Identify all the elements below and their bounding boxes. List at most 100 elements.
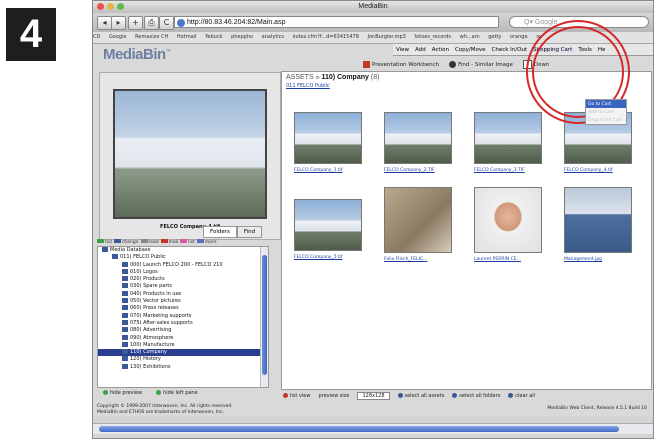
close-window-icon[interactable] — [97, 3, 104, 10]
folder-icon — [122, 283, 128, 289]
page-scroll-thumb[interactable] — [99, 426, 619, 432]
back-button[interactable]: ◂ — [97, 16, 112, 30]
bookmark-item[interactable]: analytics — [262, 34, 284, 40]
tab-find[interactable]: Find — [236, 226, 263, 238]
zoom-window-icon[interactable] — [117, 3, 124, 10]
tree-item[interactable]: 050) Vector pictures — [98, 298, 268, 305]
bookmark-item[interactable]: JonBurgler.mp3 — [368, 34, 406, 40]
bookmark-item[interactable]: fotoes_records — [414, 34, 451, 40]
legend-item: full — [97, 239, 112, 245]
menu-copy-move[interactable]: Copy/Move — [452, 47, 489, 53]
tree-item[interactable]: 110) Company — [98, 349, 268, 357]
bookmark-item[interactable]: Hotmail — [177, 34, 197, 40]
menu-view[interactable]: View — [393, 47, 412, 53]
asset-thumbnail[interactable]: FELCO Company_5.tif — [294, 199, 362, 265]
presentation-workbench-button[interactable]: Presentation Workbench — [363, 60, 439, 68]
asset-image[interactable] — [564, 187, 632, 253]
green-dot-icon — [103, 390, 108, 395]
logo-text: MediaBin — [103, 46, 166, 63]
tree-item[interactable]: 130) Exhibitions — [98, 363, 268, 371]
hide-left-pane-link[interactable]: hide left pane — [156, 390, 198, 396]
preview-size-select[interactable]: 128x128 — [357, 391, 390, 400]
bookmark-item[interactable]: wh...am — [460, 34, 480, 40]
globe-icon — [177, 19, 185, 27]
asset-image[interactable] — [474, 187, 542, 253]
bookmark-item[interactable]: index.cfm?f...d=63415478 — [293, 34, 359, 40]
tree-item-label: 000) Launch FELCO 200 - FELCO 210 — [130, 261, 223, 268]
tree-item[interactable]: 080) Advertising — [98, 327, 268, 334]
list-view-label: list view — [290, 392, 311, 399]
asset-thumbnail[interactable]: Management.jpg — [564, 187, 632, 267]
bookmark-item[interactable]: Yebuck — [205, 34, 222, 40]
minimize-window-icon[interactable] — [107, 3, 114, 10]
folder-tree: Media Database 011) FELCO Public 000) Laun… — [97, 246, 269, 388]
asset-caption[interactable]: FELCO Company_3.TIF — [474, 168, 525, 173]
tree-item[interactable]: 030) Spare parts — [98, 283, 268, 290]
select-folders-label: select all folders — [459, 392, 501, 399]
print-button[interactable]: ⎙ — [144, 16, 159, 30]
tree-item[interactable]: 011) FELCO Public — [98, 254, 268, 261]
tree-scrollbar[interactable] — [260, 247, 268, 387]
select-all-folders-link[interactable]: select all folders — [452, 392, 501, 399]
drop-from-cart-item[interactable]: Drop From Cart — [586, 116, 626, 124]
tree-item-label: 020) Products — [130, 276, 165, 283]
asset-caption[interactable]: FELCO Company_4.tif — [564, 168, 613, 173]
bookmark-item[interactable]: Google — [109, 34, 127, 40]
tree-item[interactable]: 010) Logos — [98, 268, 268, 276]
hide-preview-link[interactable]: hide preview — [103, 390, 142, 396]
asset-caption[interactable]: FELCO Company_1.tif — [294, 168, 343, 173]
asset-thumbnail[interactable]: FELCO Company_3.TIF — [474, 112, 542, 178]
tree-item-label: 100) Manufacture — [130, 341, 175, 348]
asset-caption[interactable]: Management.jpg — [564, 257, 602, 262]
menu-action[interactable]: Action — [429, 47, 452, 53]
tree-item[interactable]: 100) Manufacture — [98, 341, 268, 349]
tree-scroll-thumb[interactable] — [262, 255, 267, 375]
tree-item[interactable]: 070) Marketing supports — [98, 312, 268, 320]
add-bookmark-button[interactable]: + — [128, 16, 143, 30]
select-all-assets-link[interactable]: select all assets — [397, 392, 444, 399]
go-to-cart-item[interactable]: Go to Cart — [586, 100, 626, 108]
bookmark-item[interactable]: getty — [488, 34, 501, 40]
folder-find-tabs: Folders Find — [203, 226, 263, 238]
asset-image[interactable] — [384, 112, 452, 164]
tree-item[interactable]: 000) Launch FELCO 200 - FELCO 210 — [98, 261, 268, 269]
window-controls — [97, 3, 124, 10]
asset-caption[interactable]: FELCO Company_2.TIF — [384, 168, 435, 173]
bookmark-item[interactable]: CD — [93, 34, 100, 40]
preview-size-label: preview size — [318, 392, 350, 399]
clear-all-link[interactable]: clear all — [508, 392, 535, 399]
asset-caption[interactable]: Laurent PERRIN CE... — [474, 257, 521, 262]
asset-thumbnail[interactable]: FELCO Company_1.tif — [294, 112, 362, 178]
tree-item[interactable]: 020) Products — [98, 276, 268, 283]
reload-button[interactable]: C — [159, 16, 174, 30]
tree-item-label: 011) FELCO Public — [120, 254, 166, 261]
asset-image[interactable] — [294, 112, 362, 164]
menu-check-in-out[interactable]: Check In/Out — [489, 47, 531, 53]
asset-thumbnail[interactable]: FELCO Company_2.TIF — [384, 112, 452, 178]
bookmark-item[interactable]: orange — [510, 34, 528, 40]
add-to-cart-item[interactable]: Add to Cart — [586, 108, 626, 116]
asset-caption[interactable]: FELCO Company_5.tif — [294, 255, 343, 260]
menu-add[interactable]: Add — [412, 47, 429, 53]
tree-item[interactable]: 075) After-sales supports — [98, 319, 268, 327]
asset-image[interactable] — [294, 199, 362, 251]
address-bar[interactable]: http://80.83.46.204:82/Main.asp — [174, 16, 499, 28]
tree-item[interactable]: 120) History — [98, 356, 268, 363]
asset-image[interactable] — [474, 112, 542, 164]
list-view-toggle[interactable]: list view — [283, 392, 311, 399]
parent-folder-link[interactable]: 011 FELCO Public — [286, 83, 330, 89]
tree-item[interactable]: 060) Press releases — [98, 305, 268, 312]
bookmark-item[interactable]: Remaxize CH — [135, 34, 168, 40]
find-similar-button[interactable]: Find - Similar Image — [449, 60, 513, 68]
tree-item[interactable]: Media Database — [98, 247, 268, 254]
tree-item[interactable]: 040) Products in use — [98, 290, 268, 298]
bookmark-item[interactable]: pheppho — [231, 34, 253, 40]
asset-image[interactable] — [384, 187, 452, 253]
forward-button[interactable]: ▸ — [111, 16, 126, 30]
asset-thumbnail[interactable]: Felix Flisch_FELIC... — [384, 187, 452, 267]
tree-item[interactable]: 090) Atmosphere — [98, 334, 268, 342]
asset-caption[interactable]: Felix Flisch_FELIC... — [384, 257, 427, 262]
page-horizontal-scrollbar[interactable] — [93, 423, 653, 434]
tab-folders[interactable]: Folders — [203, 226, 237, 238]
asset-thumbnail[interactable]: Laurent PERRIN CE... — [474, 187, 542, 267]
